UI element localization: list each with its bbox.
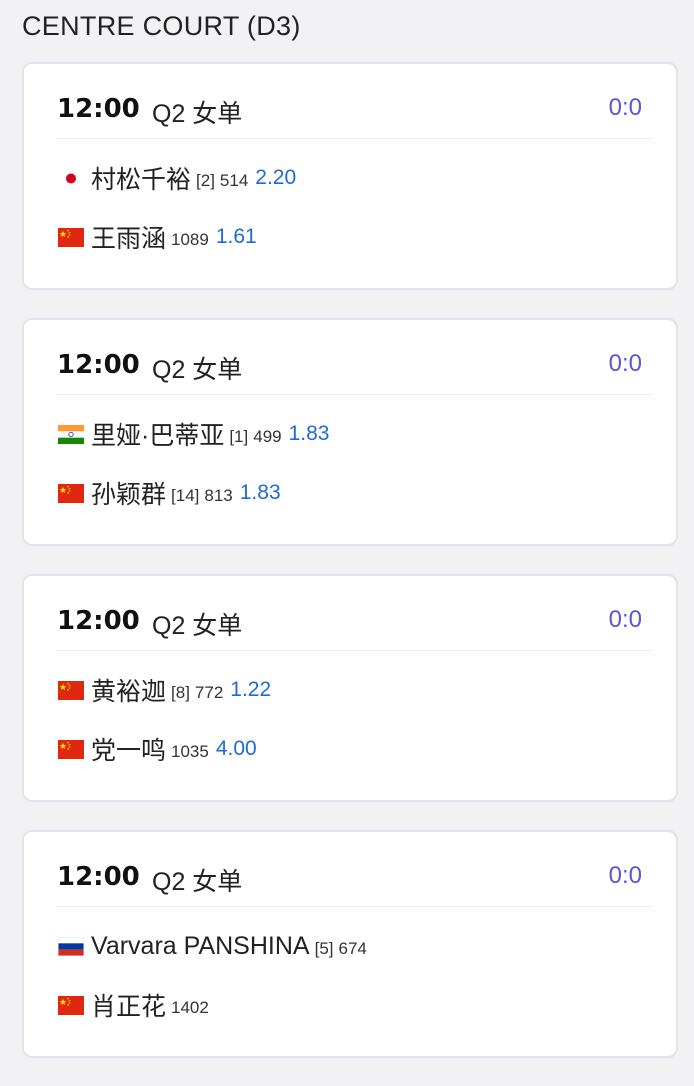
- russia-flag-icon: [58, 936, 84, 956]
- player-odds: 1.83: [288, 422, 330, 445]
- player-row: 里娅·巴蒂亚 [1] 499 1.83: [58, 417, 329, 451]
- player-rank: 813: [204, 486, 233, 505]
- player-name: 王雨涵: [91, 225, 167, 253]
- player-seed: [2]: [196, 171, 215, 190]
- player-rank: 499: [253, 427, 282, 446]
- match-header: 12:00 Q2 女单 0:0: [57, 344, 652, 395]
- player-odds: 4.00: [215, 737, 257, 760]
- china-flag-icon: [58, 483, 84, 503]
- player-name: 肖正花: [91, 993, 167, 1021]
- match-round: Q2 女单: [152, 868, 243, 896]
- player-rank: 772: [194, 683, 224, 702]
- india-flag-icon: [58, 424, 84, 444]
- player-rank: 1089: [171, 230, 209, 249]
- match-card[interactable]: 12:00 Q2 女单 0:0 里娅·巴蒂亚 [1] 499 1.83 孙颖群 …: [22, 318, 678, 546]
- match-time: 12:00: [57, 94, 140, 124]
- player-row: 村松千裕 [2] 514 2.20: [58, 161, 296, 195]
- player-name: 党一鸣: [91, 737, 167, 765]
- china-flag-icon: [58, 680, 84, 700]
- player-rank: 514: [219, 171, 249, 190]
- china-flag-icon: [58, 739, 84, 759]
- match-header: 12:00 Q2 女单 0:0: [57, 88, 652, 139]
- player-rank: 1402: [171, 998, 209, 1017]
- player-row: 王雨涵 1089 1.61: [58, 220, 257, 254]
- match-card[interactable]: 12:00 Q2 女单 0:0 Varvara PANSHINA [5] 674: [22, 830, 678, 1058]
- player-row: Varvara PANSHINA [5] 674: [58, 929, 367, 963]
- match-score: 0:0: [608, 606, 642, 633]
- china-flag-icon: [58, 227, 84, 247]
- match-header: 12:00 Q2 女单 0:0: [57, 600, 652, 651]
- player-name: 孙颖群: [91, 481, 167, 509]
- match-round: Q2 女单: [152, 100, 243, 128]
- match-list: 12:00 Q2 女单 0:0 村松千裕 [2] 514 2.20 王雨涵 10…: [22, 62, 678, 1086]
- player-odds: 1.61: [215, 225, 257, 248]
- china-flag-icon: [58, 995, 84, 1015]
- match-score: 0:0: [608, 94, 642, 121]
- player-seed: [14]: [171, 486, 200, 505]
- player-row: 孙颖群 [14] 813 1.83: [58, 476, 281, 510]
- japan-flag-icon: [58, 168, 84, 188]
- match-round: Q2 女单: [152, 356, 243, 384]
- player-odds: 1.83: [239, 481, 281, 504]
- player-row: 黄裕迦 [8] 772 1.22: [58, 673, 271, 707]
- match-time: 12:00: [57, 862, 140, 892]
- player-name: 里娅·巴蒂亚: [91, 422, 225, 450]
- player-name: Varvara PANSHINA: [91, 931, 310, 960]
- player-odds: 1.22: [230, 678, 272, 701]
- player-rank: 674: [338, 939, 367, 958]
- match-round: Q2 女单: [152, 612, 243, 640]
- player-rank: 1035: [171, 742, 209, 761]
- player-seed: [5]: [314, 939, 334, 958]
- match-card[interactable]: 12:00 Q2 女单 0:0 黄裕迦 [8] 772 1.22 党一鸣 103…: [22, 574, 678, 802]
- court-title: CENTRE COURT (D3): [22, 11, 301, 41]
- player-seed: [1]: [229, 427, 249, 446]
- match-time: 12:00: [57, 606, 140, 636]
- player-seed: [8]: [171, 683, 190, 702]
- match-card[interactable]: 12:00 Q2 女单 0:0 村松千裕 [2] 514 2.20 王雨涵 10…: [22, 62, 678, 290]
- match-time: 12:00: [57, 350, 140, 380]
- player-name: 黄裕迦: [91, 678, 167, 706]
- player-row: 党一鸣 1035 4.00: [58, 732, 257, 766]
- player-row: 肖正花 1402: [58, 988, 209, 1022]
- player-odds: 2.20: [255, 166, 297, 189]
- player-name: 村松千裕: [91, 166, 192, 194]
- match-header: 12:00 Q2 女单 0:0: [57, 856, 652, 907]
- match-score: 0:0: [608, 350, 642, 377]
- match-score: 0:0: [608, 862, 642, 889]
